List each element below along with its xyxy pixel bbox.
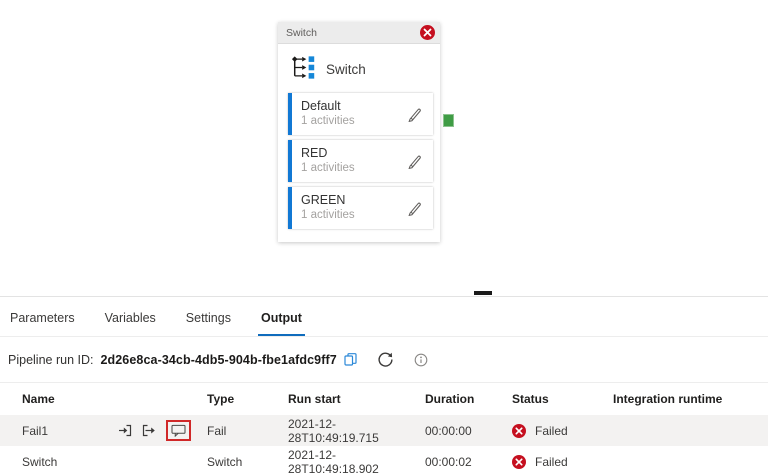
column-header-type[interactable]: Type xyxy=(207,392,288,406)
pipeline-run-id-row: Pipeline run ID: 2d26e8ca-34cb-4db5-904b… xyxy=(0,337,768,383)
activity-run-start: 2021-12-28T10:49:19.715 xyxy=(288,416,379,445)
pipeline-run-id-value: 2d26e8ca-34cb-4db5-904b-fbe1afdc9ff7 xyxy=(100,352,337,367)
case-activity-count: 1 activities xyxy=(301,115,355,127)
input-arrow-icon[interactable] xyxy=(118,424,132,437)
activity-type: Switch xyxy=(207,454,243,469)
pipeline-debug-screen: Switch Switch Default 1 activities RED 1… xyxy=(0,0,768,474)
info-icon[interactable] xyxy=(414,353,428,367)
column-header-integration-runtime[interactable]: Integration runtime xyxy=(613,392,768,406)
table-row-switch: Switch Switch 2021-12-28T10:49:18.902 00… xyxy=(0,446,768,474)
switch-card-header-title: Switch xyxy=(286,26,317,39)
status-label: Failed xyxy=(535,423,568,438)
close-icon[interactable] xyxy=(420,25,435,40)
switch-activity-card[interactable]: Switch Switch Default 1 activities RED 1… xyxy=(278,22,440,242)
panel-tabs: Parameters Variables Settings Output xyxy=(0,297,768,337)
activity-duration: 00:00:00 xyxy=(425,423,472,438)
column-header-name[interactable]: Name xyxy=(22,392,207,406)
pipeline-run-id-label: Pipeline run ID: xyxy=(8,352,94,367)
column-header-status[interactable]: Status xyxy=(512,392,613,406)
comment-bubble-icon[interactable] xyxy=(171,424,186,437)
pencil-icon[interactable] xyxy=(406,106,422,122)
switch-case-green[interactable]: GREEN 1 activities xyxy=(288,187,433,229)
case-name: GREEN xyxy=(301,193,346,207)
switch-case-list: Default 1 activities RED 1 activities GR… xyxy=(278,93,440,242)
activity-output-panel: Parameters Variables Settings Output Pip… xyxy=(0,296,768,474)
activity-run-start: 2021-12-28T10:49:18.902 xyxy=(288,447,379,474)
switch-case-red[interactable]: RED 1 activities xyxy=(288,140,433,182)
copy-icon[interactable] xyxy=(344,353,357,366)
activity-duration: 00:00:02 xyxy=(425,454,472,469)
pencil-icon[interactable] xyxy=(406,153,422,169)
table-row-fail1: Fail1 Fail 2021-12-28T10:49:19.715 00:00… xyxy=(0,415,768,446)
activity-name: Fail1 xyxy=(22,423,49,438)
switch-card-header: Switch xyxy=(278,22,440,44)
status-label: Failed xyxy=(535,454,568,469)
success-connector-handle[interactable] xyxy=(443,114,454,127)
activity-name: Switch xyxy=(22,454,58,469)
refresh-icon[interactable] xyxy=(377,351,394,368)
error-annotation-highlight xyxy=(166,420,191,441)
activity-type: Fail xyxy=(207,423,227,438)
error-x-icon xyxy=(512,423,526,438)
switch-icon xyxy=(291,55,317,83)
column-header-duration[interactable]: Duration xyxy=(425,392,512,406)
activity-status: Failed xyxy=(512,423,613,438)
switch-activity-name: Switch xyxy=(326,61,366,77)
tab-parameters[interactable]: Parameters xyxy=(8,311,77,336)
switch-case-default[interactable]: Default 1 activities xyxy=(288,93,433,135)
switch-activity-title-row: Switch xyxy=(278,44,440,93)
case-activity-count: 1 activities xyxy=(301,209,355,221)
activity-status: Failed xyxy=(512,454,613,469)
tab-variables[interactable]: Variables xyxy=(103,311,158,336)
tab-settings[interactable]: Settings xyxy=(184,311,233,336)
column-header-runstart[interactable]: Run start xyxy=(288,392,425,406)
case-activity-count: 1 activities xyxy=(301,162,355,174)
case-name: Default xyxy=(301,99,341,113)
case-name: RED xyxy=(301,146,328,160)
output-arrow-icon[interactable] xyxy=(142,424,156,437)
panel-resize-handle[interactable] xyxy=(474,291,492,295)
pencil-icon[interactable] xyxy=(406,200,422,216)
tab-output[interactable]: Output xyxy=(257,311,305,336)
results-table-header: Name Type Run start Duration Status Inte… xyxy=(0,383,768,415)
error-x-icon xyxy=(512,454,526,469)
